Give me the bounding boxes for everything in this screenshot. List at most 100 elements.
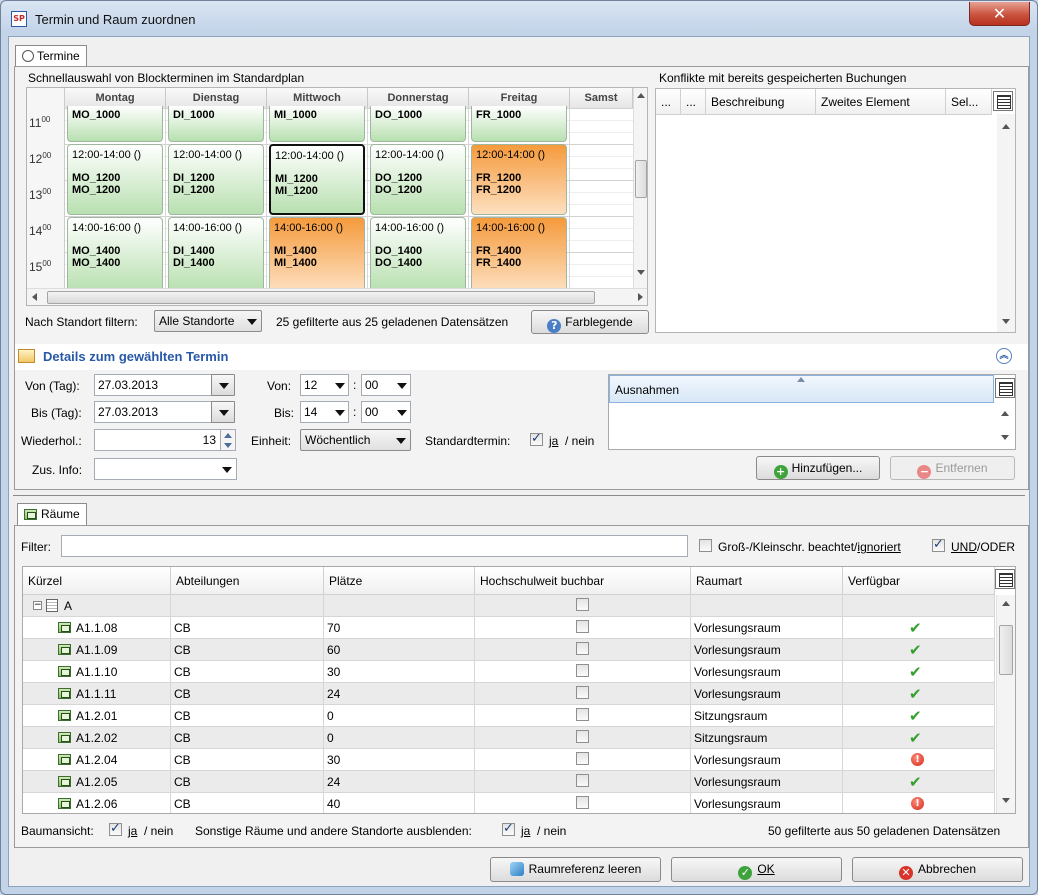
calendar-event[interactable]: 14:00-16:00 () DI_1400 DI_1400	[168, 217, 264, 292]
hinzufuegen-button[interactable]: + Hinzufügen...	[756, 456, 880, 480]
scroll-down-icon[interactable]	[1002, 319, 1010, 324]
hochschulweit-checkbox[interactable]	[576, 796, 589, 809]
table-row[interactable]: A1.1.08 CB 70 Vorlesungsraum ✔	[23, 617, 995, 639]
bis-minute-select[interactable]: 00	[361, 401, 411, 423]
zus-info-input[interactable]	[94, 458, 237, 480]
conflicts-column-header[interactable]: Beschreibung	[706, 89, 816, 115]
hochschulweit-checkbox[interactable]	[576, 620, 589, 633]
calendar-event[interactable]: MO_1000	[67, 106, 163, 142]
rooms-column-header[interactable]: Hochschulweit buchbar	[475, 567, 691, 595]
rooms-column-header[interactable]: Kürzel	[23, 567, 171, 595]
calendar-event[interactable]: 12:00-14:00 () FR_1200 FR_1200	[471, 144, 567, 215]
case-sensitive-checkbox[interactable]	[699, 539, 712, 552]
calendar-event[interactable]: 12:00-14:00 () MI_1200 MI_1200	[269, 144, 365, 215]
table-row[interactable]: A1.1.09 CB 60 Vorlesungsraum ✔	[23, 639, 995, 661]
baumansicht-ja[interactable]: ja	[128, 824, 137, 838]
collapse-tree-icon[interactable]: −	[33, 601, 42, 610]
entfernen-button[interactable]: − Entfernen	[890, 456, 1015, 480]
farblegende-button[interactable]: ? Farblegende	[531, 310, 649, 334]
table-row[interactable]: A1.1.11 CB 24 Vorlesungsraum ✔	[23, 683, 995, 705]
standort-filter-dropdown[interactable]: Alle Standorte	[154, 310, 262, 332]
hochschulweit-checkbox[interactable]	[576, 730, 589, 743]
table-row[interactable]: A1.2.04 CB 30 Vorlesungsraum!	[23, 749, 995, 771]
einheit-dropdown[interactable]: Wöchentlich	[300, 429, 411, 451]
rooms-column-header[interactable]: Raumart	[691, 567, 843, 595]
standardtermin-checkbox[interactable]	[530, 431, 543, 446]
sonstige-ja[interactable]: ja	[521, 824, 530, 838]
table-group-row[interactable]: − A	[23, 595, 995, 617]
hochschulweit-checkbox[interactable]	[576, 664, 589, 677]
wiederhol-stepper[interactable]	[220, 429, 236, 451]
scroll-up-icon[interactable]	[637, 93, 645, 98]
calendar-view[interactable]: Montag Dienstag Mittwoch Donnerstag Freitag S…	[26, 87, 648, 306]
von-tag-input[interactable]: 27.03.2013	[94, 374, 212, 396]
ok-button[interactable]: ✓ OK	[671, 857, 842, 882]
calendar-event[interactable]: 14:00-16:00 () MO_1400 MO_1400	[67, 217, 163, 292]
calendar-event[interactable]: 12:00-14:00 () MO_1200 MO_1200	[67, 144, 163, 215]
calendar-hscroll[interactable]	[27, 288, 647, 305]
table-row[interactable]: A1.2.05 CB 24 Vorlesungsraum ✔	[23, 771, 995, 793]
table-row[interactable]: A1.2.01 CB 0 Sitzungsraum ✔	[23, 705, 995, 727]
rooms-column-header[interactable]: Verfügbar	[843, 567, 995, 595]
chevron-down-icon[interactable]	[224, 443, 232, 448]
bis-hour-select[interactable]: 14	[300, 401, 349, 423]
calendar-event[interactable]: 12:00-14:00 () DI_1200 DI_1200	[168, 144, 264, 215]
scroll-right-icon[interactable]	[638, 293, 643, 301]
tab-termine[interactable]: Termine	[15, 45, 87, 67]
wiederhol-input[interactable]: 13	[94, 429, 221, 451]
column-chooser-icon[interactable]	[995, 378, 1015, 398]
scroll-up-icon[interactable]	[1002, 601, 1010, 606]
collapse-icon[interactable]: ︽	[996, 348, 1012, 364]
scroll-down-icon[interactable]	[1002, 798, 1010, 803]
scroll-down-icon[interactable]	[1001, 435, 1009, 440]
close-button[interactable]: ✕	[969, 2, 1030, 26]
und-text[interactable]: UND	[951, 540, 977, 554]
table-row[interactable]: A1.1.10 CB 30 Vorlesungsraum ✔	[23, 661, 995, 683]
rooms-table[interactable]: Kürzel Abteilungen Plätze Hochschulweit buc…	[22, 566, 1016, 814]
conflicts-column-header[interactable]: Zweites Element	[816, 89, 946, 115]
calendar-hscroll-thumb[interactable]	[47, 291, 595, 304]
conflicts-vscroll[interactable]	[997, 114, 1015, 332]
chevron-up-icon[interactable]	[224, 433, 232, 438]
bis-tag-input[interactable]: 27.03.2013	[94, 401, 212, 423]
rooms-vscroll[interactable]	[996, 595, 1015, 813]
baumansicht-checkbox[interactable]	[109, 821, 122, 836]
scroll-up-icon[interactable]	[1002, 124, 1010, 129]
scroll-down-icon[interactable]	[637, 270, 645, 275]
conflicts-column-header[interactable]: Sel...	[946, 89, 992, 115]
calendar-event[interactable]: 14:00-16:00 () FR_1400 FR_1400	[471, 217, 567, 292]
und-oder-checkbox[interactable]	[932, 537, 945, 552]
hochschulweit-checkbox[interactable]	[576, 774, 589, 787]
bis-tag-picker[interactable]	[211, 401, 235, 423]
scroll-left-icon[interactable]	[32, 293, 37, 301]
conflicts-column-header[interactable]: ...	[656, 89, 681, 115]
rooms-vscroll-thumb[interactable]	[999, 625, 1013, 675]
standardtermin-ja[interactable]: ja	[549, 434, 558, 448]
calendar-event[interactable]: 12:00-14:00 () DO_1200 DO_1200	[370, 144, 466, 215]
hochschulweit-checkbox[interactable]	[576, 686, 589, 699]
hochschulweit-checkbox[interactable]	[576, 642, 589, 655]
tab-raeume[interactable]: Räume	[17, 503, 87, 525]
rooms-column-header[interactable]: Plätze	[324, 567, 475, 595]
conflicts-column-header[interactable]: ...	[681, 89, 706, 115]
table-row[interactable]: A1.2.06 CB 40 Vorlesungsraum!	[23, 793, 995, 813]
calendar-event[interactable]: FR_1000	[471, 106, 567, 142]
calendar-vscroll-thumb[interactable]	[635, 160, 647, 198]
room-filter-input[interactable]	[61, 535, 688, 557]
conflicts-table[interactable]: ...... Beschreibung Zweites Element Sel...	[655, 88, 1016, 333]
von-minute-select[interactable]: 00	[361, 374, 411, 396]
hochschulweit-checkbox[interactable]	[576, 752, 589, 765]
column-chooser-icon[interactable]	[993, 91, 1013, 111]
calendar-vscroll[interactable]	[633, 88, 647, 288]
case-ignored-text[interactable]: ignoriert	[857, 540, 900, 554]
von-hour-select[interactable]: 12	[300, 374, 349, 396]
hochschulweit-checkbox[interactable]	[576, 598, 589, 611]
scroll-up-icon[interactable]	[1001, 411, 1009, 416]
hochschulweit-checkbox[interactable]	[576, 708, 589, 721]
table-row[interactable]: A1.2.02 CB 0 Sitzungsraum ✔	[23, 727, 995, 749]
calendar-event[interactable]: DO_1000	[370, 106, 466, 142]
von-tag-picker[interactable]	[211, 374, 235, 396]
ausnahmen-header[interactable]: Ausnahmen	[609, 375, 994, 403]
rooms-column-header[interactable]: Abteilungen	[171, 567, 324, 595]
calendar-event[interactable]: 14:00-16:00 () DO_1400 DO_1400	[370, 217, 466, 292]
